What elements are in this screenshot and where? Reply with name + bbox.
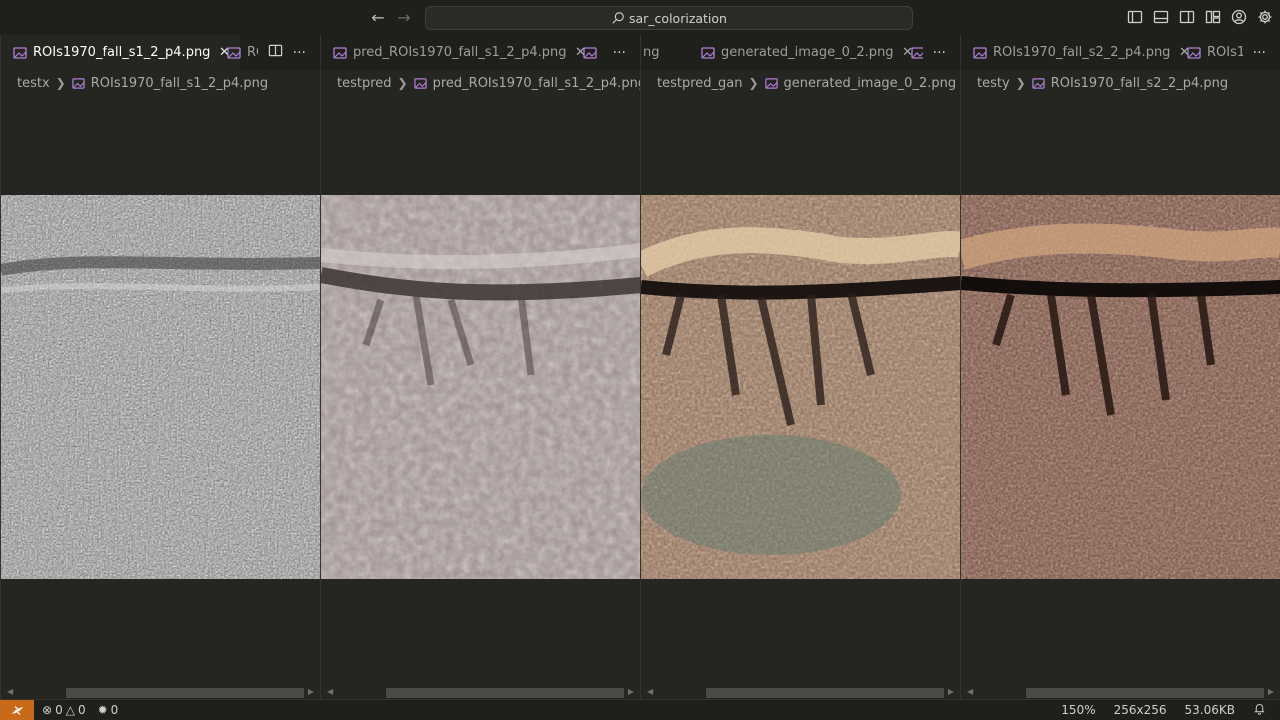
- warning-icon: △: [65, 703, 75, 717]
- image-file-icon: [1032, 77, 1045, 89]
- scrollbar-thumb[interactable]: [66, 688, 304, 698]
- breadcrumb-file[interactable]: ROIs1970_fall_s2_2_p4.png: [1051, 76, 1228, 91]
- tab-rois1970-fall-s2[interactable]: ROIs1970_fall_s2_2_p4.png ✕: [961, 35, 1200, 70]
- tab-bar: ROIs1970_fall_s1_2_p4.png ✕ RO ···: [1, 35, 320, 70]
- chevron-right-icon: ❯: [748, 76, 759, 90]
- status-left: ⊗ 0 △ 0 ✹ 0: [42, 700, 118, 720]
- toggle-panel-icon[interactable]: [1152, 8, 1170, 26]
- breadcrumb-folder[interactable]: testpred_gan: [657, 76, 742, 91]
- chevron-right-icon: ❯: [1015, 76, 1026, 90]
- search-label: sar_colorization: [629, 10, 727, 26]
- horizontal-scrollbar[interactable]: ◀ ▶: [961, 685, 1280, 699]
- more-actions-icon[interactable]: ···: [293, 45, 306, 61]
- customize-layout-icon[interactable]: [1204, 8, 1222, 26]
- notification-bell-icon[interactable]: [1253, 702, 1266, 718]
- editor-group-2: pred_ROIs1970_fall_s1_2_p4.png ✕ p ··· t…: [320, 35, 640, 699]
- more-actions-icon[interactable]: ···: [1253, 45, 1266, 61]
- image-file-icon: [973, 46, 987, 59]
- breadcrumb: testx ❯ ROIs1970_fall_s1_2_p4.png: [17, 73, 268, 93]
- status-bar: ⊗ 0 △ 0 ✹ 0 150% 256x256 53.06KB: [0, 699, 1280, 720]
- tab-generated-image[interactable]: generated_image_0_2.png ✕: [689, 35, 924, 70]
- breadcrumb-file[interactable]: pred_ROIs1970_fall_s1_2_p4.png: [433, 76, 640, 91]
- tab-label: generated_image_0_2.png: [721, 45, 894, 60]
- image-dimensions: 256x256: [1113, 703, 1167, 717]
- editor-actions: ···: [1242, 35, 1280, 70]
- image-file-icon: [413, 77, 427, 89]
- scrollbar-thumb[interactable]: [386, 688, 624, 698]
- horizontal-scrollbar[interactable]: ◀ ▶: [1, 685, 320, 699]
- arrow-left-icon[interactable]: ←: [368, 8, 388, 28]
- toggle-secondary-sidebar-icon[interactable]: [1178, 8, 1196, 26]
- breadcrumb: testpred_gan ❯ generated_image_0_2.png: [657, 73, 956, 93]
- tab-pred-rois1970[interactable]: pred_ROIs1970_fall_s1_2_p4.png ✕: [321, 35, 597, 70]
- chevron-right-icon: ❯: [55, 76, 66, 90]
- breadcrumb-folder[interactable]: testy: [977, 76, 1010, 91]
- breadcrumb-folder[interactable]: testpred: [337, 76, 392, 91]
- more-actions-icon[interactable]: ···: [613, 45, 626, 61]
- ports-indicator[interactable]: ✹ 0: [98, 703, 119, 717]
- image-file-icon: [333, 46, 347, 59]
- search-icon: [612, 12, 624, 24]
- tab-label: ROIs1970_fall_s2_2_p4.png: [993, 45, 1171, 60]
- arrow-right-icon[interactable]: →: [394, 8, 414, 28]
- ports-count: 0: [110, 703, 119, 717]
- image-preview-sar[interactable]: [1, 195, 320, 579]
- tab-rois1970-fall-s1[interactable]: ROIs1970_fall_s1_2_p4.png ✕: [1, 35, 241, 70]
- tab-label: ROIs1970_fall_s1_2_p4.png: [33, 45, 211, 60]
- tab-partial[interactable]: ng: [641, 35, 668, 70]
- title-actions: [1126, 8, 1274, 26]
- command-center-search[interactable]: sar_colorization: [425, 6, 913, 30]
- title-bar: ← → sar_colorization: [0, 0, 1280, 35]
- image-file-icon: [13, 46, 27, 59]
- chevron-right-icon: ❯: [397, 76, 408, 90]
- warning-count: 0: [77, 703, 86, 717]
- image-file-icon: [583, 46, 597, 59]
- problems-indicator[interactable]: ⊗ 0 △ 0: [42, 703, 86, 717]
- breadcrumb-folder[interactable]: testx: [17, 76, 50, 91]
- error-count: 0: [55, 703, 63, 717]
- image-file-icon: [1187, 46, 1201, 59]
- horizontal-scrollbar[interactable]: ◀ ▶: [641, 685, 960, 699]
- file-size: 53.06KB: [1184, 703, 1235, 717]
- breadcrumb-file[interactable]: generated_image_0_2.png: [784, 76, 957, 91]
- settings-gear-icon[interactable]: [1256, 8, 1274, 26]
- breadcrumb: testy ❯ ROIs1970_fall_s2_2_p4.png: [977, 73, 1228, 93]
- tab-bar: pred_ROIs1970_fall_s1_2_p4.png ✕ p ···: [321, 35, 640, 70]
- error-icon: ⊗: [42, 703, 53, 717]
- image-file-icon: [72, 77, 85, 89]
- editor-actions: ···: [922, 35, 960, 70]
- scrollbar-thumb[interactable]: [706, 688, 944, 698]
- image-preview-pred[interactable]: [321, 195, 640, 579]
- more-actions-icon[interactable]: ···: [933, 45, 946, 61]
- image-preview-ground-truth[interactable]: [961, 195, 1280, 579]
- status-right: 150% 256x256 53.06KB: [1061, 700, 1266, 720]
- image-preview-gan[interactable]: [641, 195, 960, 579]
- zoom-level[interactable]: 150%: [1061, 703, 1095, 717]
- tab-label: pred_ROIs1970_fall_s1_2_p4.png: [353, 45, 567, 60]
- editor-group-3: ng generated_image_0_2.png ✕ ··· testpre…: [640, 35, 960, 699]
- broadcast-icon: ✹: [97, 703, 108, 717]
- editor-group-4: ROIs1970_fall_s2_2_p4.png ✕ ROIs19 ··· t…: [960, 35, 1280, 699]
- breadcrumb-file[interactable]: ROIs1970_fall_s1_2_p4.png: [91, 76, 268, 91]
- editor-actions: ···: [257, 35, 320, 70]
- image-file-icon: [764, 77, 778, 89]
- tab-bar: ROIs1970_fall_s2_2_p4.png ✕ ROIs19 ···: [961, 35, 1280, 70]
- breadcrumb: testpred ❯ pred_ROIs1970_fall_s1_2_p4.pn…: [337, 73, 640, 93]
- horizontal-scrollbar[interactable]: ◀ ▶: [321, 685, 640, 699]
- tab-label: ng: [643, 45, 660, 60]
- toggle-primary-sidebar-icon[interactable]: [1126, 8, 1144, 26]
- remote-indicator-icon[interactable]: [0, 700, 34, 720]
- split-editor-icon[interactable]: [268, 43, 283, 62]
- account-icon[interactable]: [1230, 8, 1248, 26]
- editor-group-1: ROIs1970_fall_s1_2_p4.png ✕ RO ··· testx…: [0, 35, 320, 699]
- editor-actions: ···: [602, 35, 640, 70]
- image-file-icon: [701, 46, 715, 59]
- tab-bar: ng generated_image_0_2.png ✕ ···: [641, 35, 960, 70]
- scrollbar-thumb[interactable]: [1026, 688, 1264, 698]
- image-file-icon: [227, 46, 241, 59]
